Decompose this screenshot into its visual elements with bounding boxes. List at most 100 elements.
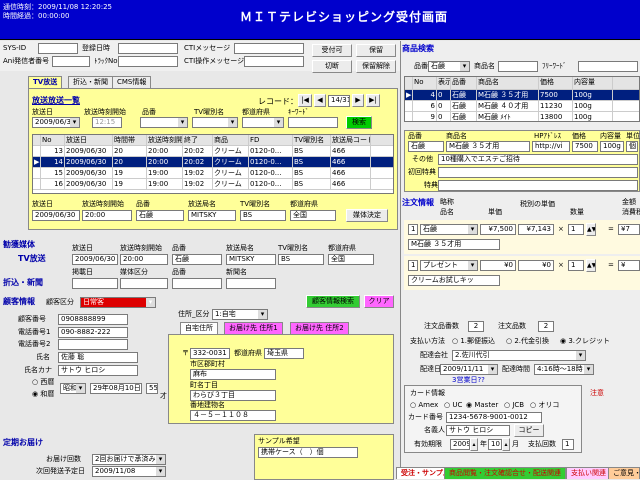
order2-qty[interactable]: 1 [568, 260, 584, 271]
sel-tv-field[interactable]: BS [240, 210, 286, 221]
kana-field[interactable]: サトウ ヒロシ [58, 365, 138, 376]
pd-hp-field[interactable]: http://vi [532, 141, 570, 152]
order2-item[interactable]: プレゼント [420, 260, 478, 271]
cycle-select[interactable]: 2回お届けで承済み [92, 454, 166, 465]
bc-date-select[interactable]: 2009/06/30 [32, 117, 80, 128]
order1-amt[interactable]: ¥7 [618, 224, 640, 235]
deliv-date-select[interactable]: 2009/11/11 [440, 364, 498, 375]
tel2-field[interactable] [58, 339, 128, 350]
addr-kubun-select[interactable]: 1:自宅 [212, 309, 268, 320]
order1-price[interactable]: ¥7,500 [480, 224, 516, 235]
name-field[interactable]: 佐藤 聡 [58, 352, 138, 363]
hold-button[interactable]: 保留 [356, 44, 396, 57]
tab-news[interactable]: 折込・新聞 [68, 76, 113, 88]
order1-no[interactable]: 1 [408, 224, 418, 235]
next-select[interactable]: 2009/11/08 [92, 466, 166, 477]
tab-cms[interactable]: CMS情報 [112, 76, 152, 88]
copy-button[interactable]: コピー [514, 424, 544, 437]
order1-qty[interactable]: 1 [568, 224, 584, 235]
addr-tab-deliv1[interactable]: お届け先 住所1 [224, 322, 283, 334]
table-row[interactable]: 9 0 石鹸 M石鹸 ﾒｲﾄ 13800 100g [405, 112, 639, 121]
bc-time-field[interactable]: 12:15 [92, 117, 122, 128]
cti-msg-field[interactable] [234, 43, 304, 54]
cti-op-field[interactable] [244, 56, 304, 67]
expiry-year-field[interactable]: 2009 [450, 439, 470, 450]
order1-qty-stepper[interactable]: ▲▼ [586, 223, 596, 236]
bldg-field[interactable]: ４－５－１１０８ [190, 410, 276, 421]
bc-search-button[interactable]: 検索 [346, 116, 372, 129]
sel-item-field[interactable]: 石鹸 [136, 210, 184, 221]
card-name-field[interactable]: サトウ ヒロシ [446, 425, 510, 436]
pd-first-field[interactable] [438, 167, 638, 178]
media-time-field[interactable]: 20:00 [120, 254, 168, 265]
pd-price-field[interactable]: 7500 [572, 141, 598, 152]
ps-item-select[interactable]: 石鹸 [428, 61, 470, 72]
clear-button[interactable]: クリア [364, 295, 394, 308]
order1-item[interactable]: 石鹸 [420, 224, 478, 235]
pd-name-field[interactable]: M石鹸 ３５才用 [446, 141, 530, 152]
order2-amt[interactable]: ¥ [618, 260, 640, 271]
era-japanese[interactable]: ◉ 和暦 [32, 390, 54, 399]
media-tv-field[interactable]: BS [278, 254, 324, 265]
pd-unit-field[interactable]: 個 [626, 141, 638, 152]
table-row-selected[interactable]: ▶ 4 0 石鹸 M石鹸 ３５才用 7500 100g [405, 90, 639, 101]
expiry-month-stepper[interactable]: ▴ [502, 438, 510, 451]
card-type-master[interactable]: ◉ Master [466, 401, 498, 410]
era-select[interactable]: 昭和 [60, 383, 86, 394]
pd-other-field[interactable]: 10種購入でエステご招待 [438, 154, 638, 165]
cust-no-field[interactable]: 0908888899 [58, 314, 128, 325]
ps-name-field[interactable] [498, 61, 538, 72]
accept-button[interactable]: 受付可 [312, 44, 352, 57]
media-item-field[interactable]: 石鹸 [172, 254, 222, 265]
deliv-time-select[interactable]: 4:16時～18時 [534, 364, 594, 375]
city-field[interactable]: 麻布 [190, 369, 276, 380]
record-field[interactable]: 14/31 [328, 95, 350, 107]
town-field[interactable]: わらび３丁目 [190, 390, 276, 401]
sel-date-field[interactable]: 2009/06/30 [32, 210, 80, 221]
order1-name[interactable]: M石鹸 ３５才用 [408, 239, 500, 250]
media-pref-field[interactable]: 全国 [328, 254, 374, 265]
pd-special-field[interactable] [438, 180, 638, 191]
media-station-field[interactable]: MITSKY [226, 254, 276, 265]
pd-item-field[interactable]: 石鹸 [408, 141, 444, 152]
era-western[interactable]: ○ 西暦 [32, 378, 54, 387]
sel-pref-field[interactable]: 全国 [290, 210, 336, 221]
media-date-field[interactable]: 2009/06/30 [72, 254, 118, 265]
expiry-year-stepper[interactable]: ▴ [470, 438, 478, 451]
expiry-month-field[interactable]: 10 [488, 439, 502, 450]
tab-tv[interactable]: TV放送 [28, 76, 63, 88]
birth-field[interactable]: 29年08月10日 [90, 383, 142, 394]
sel-time-field[interactable]: 20:00 [82, 210, 132, 221]
card-type-uc[interactable]: ○ UC [444, 401, 462, 410]
tracking-field[interactable] [118, 56, 178, 67]
bottom-tab-product[interactable]: 商品閲覧・注文確認合せ・配送関連 [444, 467, 566, 479]
sysid-field[interactable] [38, 43, 78, 54]
total-count-field[interactable]: 2 [468, 321, 484, 332]
addr-tab-deliv2[interactable]: お届け先 住所2 [290, 322, 349, 334]
table-row[interactable]: 16 2009/06/30 19 19:00 19:02 クリーム 0120-0... BS 4… [33, 179, 393, 190]
total-qty-field[interactable]: 2 [538, 321, 554, 332]
cust-kubun-select[interactable]: 日常客 [80, 297, 156, 308]
order1-taxprice[interactable]: ¥7,143 [518, 224, 554, 235]
pd-vol-field[interactable]: 100g [600, 141, 624, 152]
media-pub-date-field[interactable] [72, 278, 118, 289]
sample-field[interactable]: 携帯ケース（ ）個 [258, 447, 358, 458]
age-field[interactable]: 55 [146, 383, 158, 394]
prev-record-button[interactable]: ◀ [314, 94, 326, 107]
bc-kw-field[interactable] [288, 117, 338, 128]
media-paper-field[interactable] [226, 278, 276, 289]
media-item2-field[interactable] [172, 278, 222, 289]
card-type-amex[interactable]: ○ Amex [410, 401, 438, 410]
order2-price[interactable]: ¥0 [480, 260, 516, 271]
bottom-tab-payment[interactable]: 支払い関連 [566, 467, 611, 479]
card-type-jcb[interactable]: ○ JCB [504, 401, 524, 410]
pay-option-3[interactable]: ◉ 3.クレジット [560, 337, 610, 346]
tel1-field[interactable]: 090-8882-222 [58, 327, 128, 338]
table-row[interactable]: 6 0 石鹸 M石鹸 ４０才用 11230 100g [405, 101, 639, 112]
order2-name[interactable]: クリームお試しキッ [408, 275, 500, 286]
first-record-button[interactable]: |◀ [298, 94, 312, 107]
table-row-selected[interactable]: ▶ 14 2009/06/30 20 20:00 20:02 クリーム 0120-0... BS… [33, 157, 393, 168]
order2-qty-stepper[interactable]: ▲▼ [586, 259, 596, 272]
order2-taxprice[interactable]: ¥0 [518, 260, 554, 271]
next-record-button[interactable]: ▶ [352, 94, 364, 107]
